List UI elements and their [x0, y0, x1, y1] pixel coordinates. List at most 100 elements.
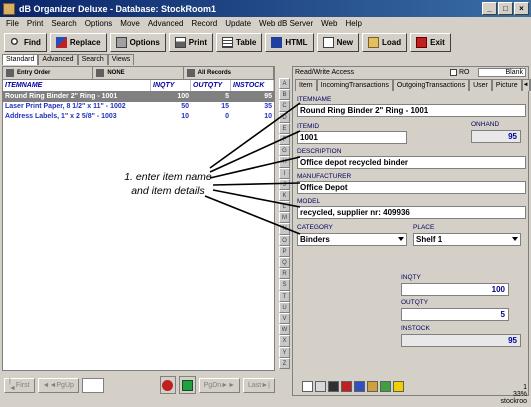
tab-advanced[interactable]: Advanced: [38, 54, 78, 65]
exit-button[interactable]: Exit: [410, 32, 451, 52]
outqty-value: 5: [500, 310, 505, 319]
letter-index-g[interactable]: G: [279, 145, 290, 157]
menu-help[interactable]: Help: [341, 19, 365, 28]
first-button[interactable]: |◄ First: [4, 377, 35, 393]
load-button[interactable]: Load: [362, 32, 408, 52]
entry-order-button[interactable]: Entry Order: [3, 67, 94, 79]
menu-record[interactable]: Record: [187, 19, 221, 28]
letter-index-y[interactable]: Y: [279, 346, 290, 358]
pgup-button[interactable]: ◄◄ PgUp: [37, 377, 79, 393]
letter-index-j[interactable]: J: [279, 178, 290, 190]
letter-index-f[interactable]: F: [279, 133, 290, 146]
letter-index-q[interactable]: Q: [279, 257, 290, 269]
category-select[interactable]: Binders: [297, 233, 407, 246]
letter-index-b[interactable]: B: [279, 89, 290, 101]
lightbulb-icon[interactable]: [393, 380, 404, 392]
menu-print[interactable]: Print: [23, 19, 47, 28]
options-button[interactable]: Options: [109, 32, 166, 52]
tab-outgoing-transactions[interactable]: OutgoingTransactions: [392, 79, 470, 91]
header-instock[interactable]: INSTOCK: [231, 80, 274, 91]
close-button[interactable]: ×: [514, 2, 529, 15]
place-select[interactable]: Shelf 1: [413, 233, 521, 246]
menu-web[interactable]: Web: [317, 19, 341, 28]
tab-picture[interactable]: Picture: [491, 79, 522, 91]
letter-index-s[interactable]: S: [279, 279, 290, 291]
menu-update[interactable]: Update: [221, 19, 255, 28]
new-button[interactable]: New: [316, 32, 360, 52]
letter-index-p[interactable]: P: [279, 245, 290, 257]
description-field[interactable]: Office depot recycled binder: [297, 156, 526, 169]
save-icon[interactable]: [354, 380, 365, 392]
letter-index-r[interactable]: R: [279, 268, 290, 280]
tab-scroll-left-icon[interactable]: ◄: [521, 79, 530, 91]
table-row[interactable]: Round Ring Binder 2" Ring - 1001 100 5 9…: [3, 92, 274, 102]
page-input[interactable]: [81, 377, 104, 393]
tab-views[interactable]: Views: [107, 54, 135, 65]
menu-advanced[interactable]: Advanced: [144, 19, 188, 28]
tab-user[interactable]: User: [469, 79, 492, 91]
table-row[interactable]: Address Labels, 1" x 2 5/8" - 1003 10 0 …: [3, 112, 274, 122]
tab-search[interactable]: Search: [77, 54, 108, 65]
filter-none-button[interactable]: NONE: [93, 67, 184, 79]
table-row[interactable]: Laser Print Paper, 8 1/2" x 11" - 1002 5…: [3, 102, 274, 112]
letter-index-o[interactable]: O: [279, 234, 290, 246]
copy-icon[interactable]: [367, 380, 378, 392]
outqty-field[interactable]: 5...: [401, 308, 509, 321]
letter-index-a[interactable]: A: [279, 78, 290, 90]
replace-button[interactable]: Replace: [49, 32, 107, 52]
letter-index-i[interactable]: I: [279, 167, 290, 179]
menu-move[interactable]: Move: [116, 19, 144, 28]
maximize-button[interactable]: □: [498, 2, 513, 15]
tab-item[interactable]: Item: [295, 79, 317, 91]
letter-index-h[interactable]: H: [279, 156, 290, 168]
exit-icon: [416, 36, 428, 48]
delete-record-button[interactable]: [159, 376, 177, 394]
last-button[interactable]: Last ►|: [243, 377, 275, 393]
letter-index-z[interactable]: Z: [279, 357, 290, 369]
menu-options[interactable]: Options: [81, 19, 117, 28]
menu-web-db-server[interactable]: Web dB Server: [255, 19, 317, 28]
find-button[interactable]: Find: [4, 32, 47, 52]
letter-index-l[interactable]: L: [279, 201, 290, 213]
letter-index-c[interactable]: C: [279, 100, 290, 112]
all-records-button[interactable]: All Records: [184, 67, 274, 79]
itemid-field[interactable]: 1001: [297, 131, 407, 144]
letter-index-d[interactable]: D: [279, 111, 290, 123]
itemname-field[interactable]: Round Ring Binder 2" Ring - 1001: [297, 104, 526, 117]
letter-index-t[interactable]: T: [279, 290, 290, 302]
menu-search[interactable]: Search: [47, 19, 80, 28]
letter-index-e[interactable]: E: [279, 122, 290, 134]
cell-inqty: 50: [181, 103, 189, 110]
letter-index-v[interactable]: V: [279, 312, 290, 325]
new-record-icon[interactable]: [302, 380, 313, 392]
minimize-button[interactable]: _: [482, 2, 497, 15]
html-button[interactable]: HTML: [265, 32, 314, 52]
pgdn-button[interactable]: PgDn ►►: [198, 377, 241, 393]
letter-index-n[interactable]: N: [279, 223, 290, 235]
letter-index-w[interactable]: W: [279, 324, 290, 336]
print-record-icon[interactable]: [315, 380, 326, 392]
stop-icon[interactable]: [341, 380, 352, 392]
print-button[interactable]: Print: [168, 32, 214, 52]
paste-icon[interactable]: [380, 380, 391, 392]
menu-file[interactable]: File: [2, 19, 23, 28]
blank-field[interactable]: Blank: [478, 68, 526, 77]
letter-index-m[interactable]: M: [279, 212, 290, 224]
tab-incoming-transactions[interactable]: IncomingTransactions: [316, 79, 393, 91]
manufacturer-field[interactable]: Office Depot: [297, 181, 526, 194]
category-label: CATEGORY: [297, 224, 333, 231]
letter-index-x[interactable]: X: [279, 335, 290, 347]
header-outqty[interactable]: OUTQTY: [191, 80, 231, 91]
header-inqty[interactable]: INQTY: [151, 80, 191, 91]
inqty-field[interactable]: 100...: [401, 283, 509, 296]
letter-index-u[interactable]: U: [279, 301, 290, 313]
cell-inqty: 100: [177, 93, 189, 100]
table-button[interactable]: Table: [216, 32, 263, 52]
ro-checkbox[interactable]: [450, 69, 457, 76]
delete-record-icon[interactable]: [328, 380, 339, 392]
letter-index-k[interactable]: K: [279, 189, 290, 202]
add-record-button[interactable]: [179, 376, 196, 394]
header-itemname[interactable]: ITEMNAME: [3, 80, 151, 91]
tab-standard[interactable]: Standard: [2, 54, 39, 65]
model-field[interactable]: recycled, supplier nr: 409936: [297, 206, 526, 219]
